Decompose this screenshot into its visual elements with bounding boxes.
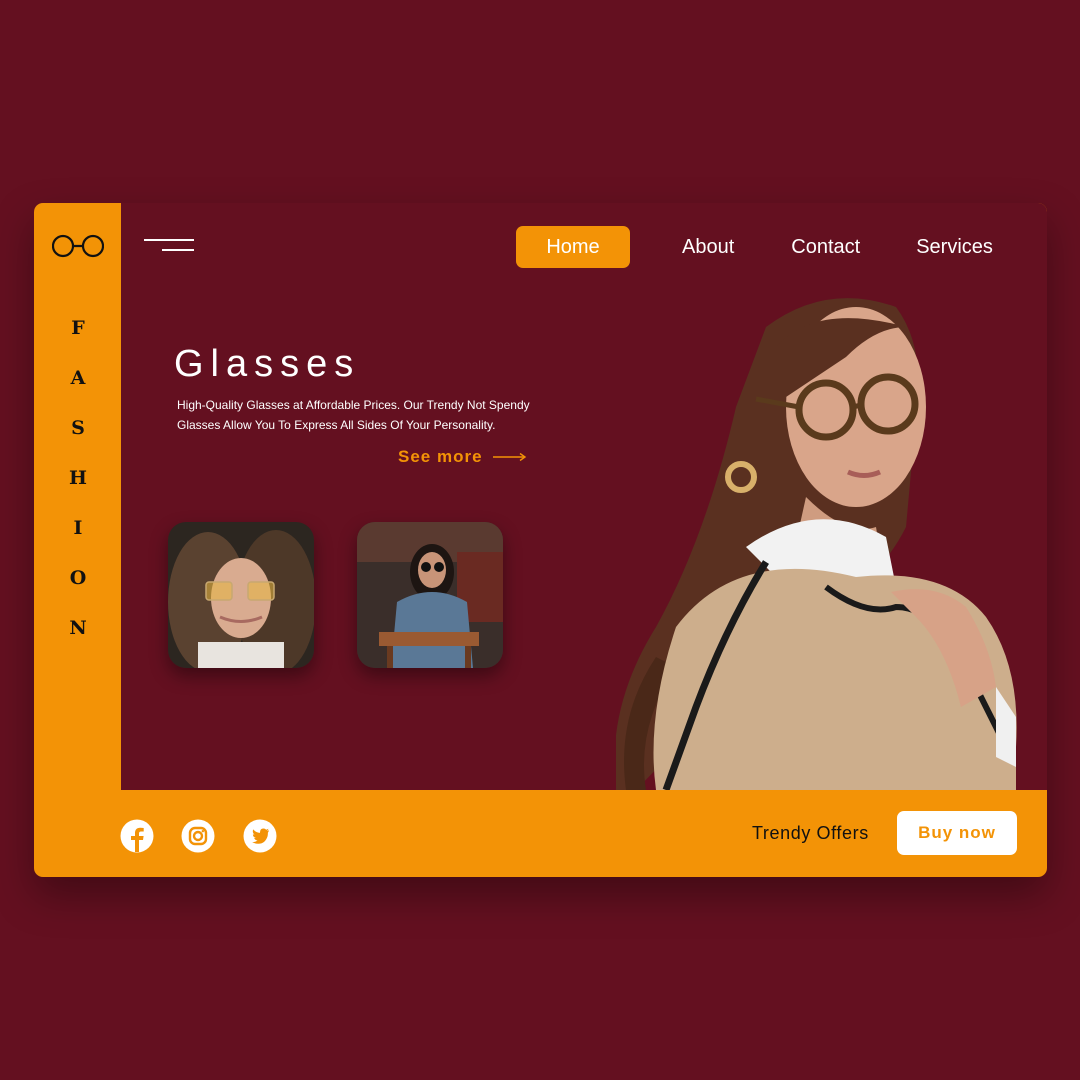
product-thumbnail-1[interactable]	[168, 522, 314, 668]
see-more-label: See more	[398, 447, 483, 466]
brand-letter: A	[70, 367, 86, 389]
see-more-link[interactable]: See more	[398, 447, 527, 467]
brand-letter: S	[71, 417, 85, 439]
vertical-brand-text: F A S H I O N	[68, 313, 88, 663]
nav-about[interactable]: About	[682, 226, 734, 268]
buy-now-button[interactable]: Buy now	[897, 811, 1017, 855]
top-nav: Home About Contact Services	[516, 226, 993, 268]
product-thumbnail-2[interactable]	[357, 522, 503, 668]
trendy-offers-label: Trendy Offers	[752, 823, 869, 843]
main-panel: Home About Contact Services Glasses High…	[121, 203, 1047, 790]
nav-services[interactable]: Services	[916, 226, 993, 268]
twitter-icon[interactable]	[243, 819, 277, 853]
brand-letter: H	[69, 467, 87, 489]
brand-letter: N	[69, 617, 87, 639]
model-photo-2	[357, 522, 503, 668]
arrow-right-icon	[492, 452, 526, 462]
hero-model-image	[616, 298, 1017, 790]
instagram-icon[interactable]	[181, 819, 215, 853]
landing-card: F A S H I O N Home About Contact Service…	[34, 203, 1047, 877]
brand-letter: O	[69, 567, 87, 589]
model-photo-1	[168, 522, 314, 668]
hero-description: High-Quality Glasses at Affordable Price…	[177, 398, 530, 432]
brand-letter: F	[71, 317, 85, 339]
nav-contact[interactable]: Contact	[791, 226, 860, 268]
hero-title: Glasses	[174, 343, 361, 385]
brand-letter: I	[73, 517, 83, 539]
nav-home[interactable]: Home	[516, 226, 630, 268]
hamburger-menu-icon[interactable]	[144, 237, 196, 255]
glasses-icon[interactable]	[52, 234, 104, 258]
facebook-icon[interactable]	[120, 819, 154, 853]
